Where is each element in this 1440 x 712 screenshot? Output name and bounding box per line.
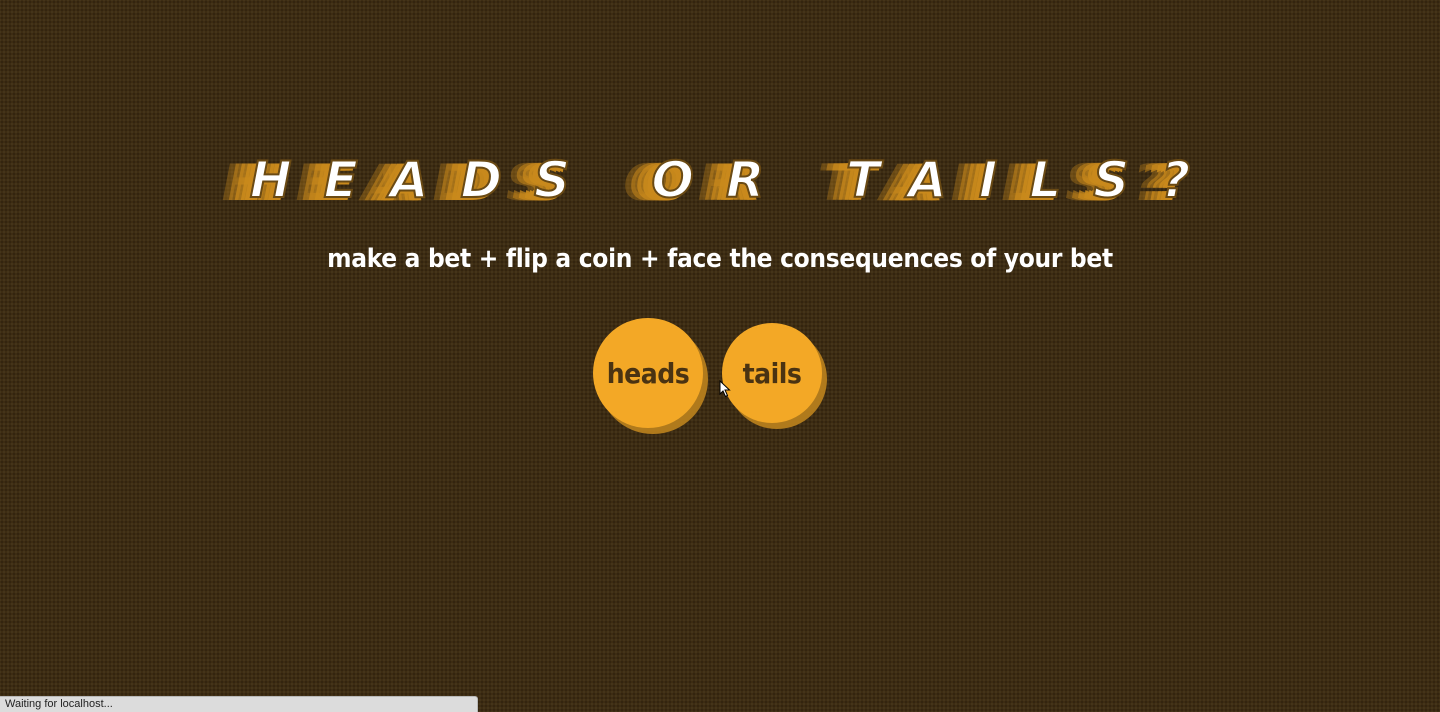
browser-status-bar: Waiting for localhost... (0, 696, 478, 712)
heads-button[interactable]: heads (593, 318, 703, 428)
tails-button[interactable]: tails (722, 323, 822, 423)
page-subtitle: make a bet + flip a coin + face the cons… (327, 244, 1113, 274)
mouse-pointer-icon (719, 380, 731, 398)
title-container: HEADS OR TAILS? (0, 140, 1440, 220)
page: HEADS OR TAILS? make a bet + flip a coin… (0, 0, 1440, 712)
page-title: HEADS OR TAILS? (249, 150, 1223, 210)
